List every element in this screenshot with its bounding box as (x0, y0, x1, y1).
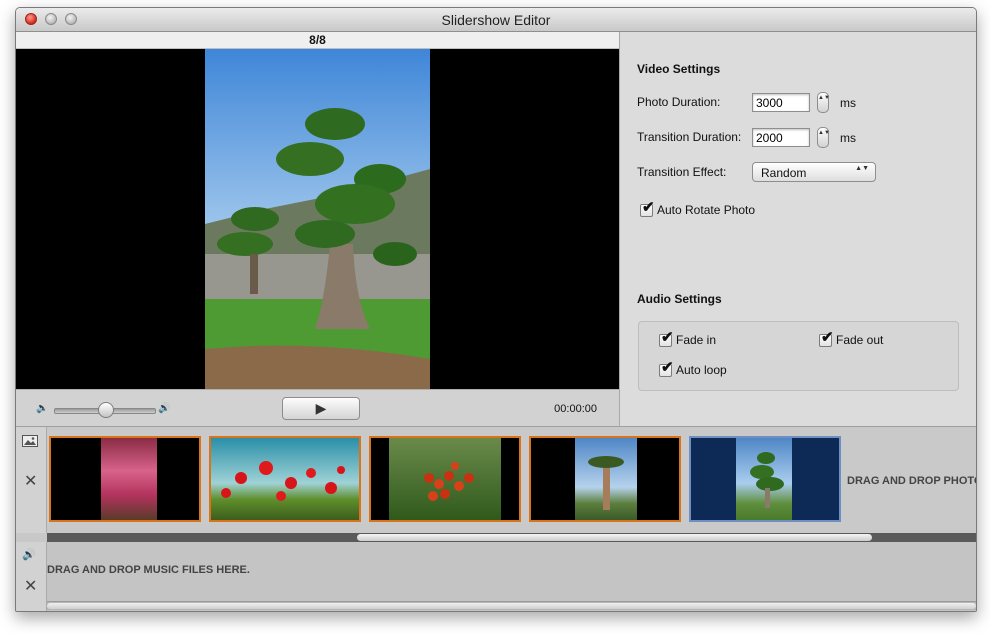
photo-thumbnail-3[interactable] (369, 436, 521, 522)
photo-thumbnail-1[interactable] (49, 436, 201, 522)
thumbnail-image (736, 438, 792, 520)
music-track-scroll-thumb[interactable] (47, 603, 976, 609)
auto-loop-label: Auto loop (676, 363, 727, 377)
music-track-controls: 🔊 ✕ (16, 542, 47, 611)
photo-strip: DRAG AND DROP PHOTOS HERE. (47, 427, 976, 533)
drag-music-hint: DRAG AND DROP MUSIC FILES HERE. (47, 564, 250, 576)
transition-effect-label: Transition Effect: (637, 165, 727, 179)
auto-rotate-label: Auto Rotate Photo (657, 203, 756, 217)
slideshow-editor-window: Slidershow Editor 8/8 🔈 🔊 ▶ 00:00:00 Vid… (15, 7, 977, 612)
drag-photos-hint: DRAG AND DROP PHOTOS HERE. (847, 475, 976, 487)
volume-high-icon: 🔊 (158, 403, 171, 414)
bonsai-tree-thumbnail (750, 452, 784, 508)
photo-duration-stepper[interactable]: ▲▼ (817, 92, 830, 113)
slide-counter: 8/8 (16, 32, 619, 49)
transition-duration-stepper[interactable]: ▲▼ (817, 127, 830, 148)
auto-loop-box: ✔ (659, 360, 674, 377)
bonsai-tree-photo (205, 49, 430, 389)
title-bar: Slidershow Editor (16, 8, 976, 32)
transition-effect-select[interactable]: Random ▲▼ (752, 162, 876, 182)
fade-out-box: ✔ (819, 330, 834, 347)
thumbnail-image (211, 438, 359, 520)
remove-music-icon[interactable]: ✕ (24, 576, 37, 596)
fade-in-label: Fade in (676, 333, 717, 347)
video-settings-title: Video Settings (637, 62, 721, 76)
auto-loop-checkbox[interactable]: ✔ Auto loop (659, 360, 727, 377)
audio-settings-title: Audio Settings (637, 292, 722, 306)
preview-area (16, 49, 619, 389)
volume-slider-knob[interactable] (98, 402, 114, 418)
transition-duration-input[interactable]: 2000 (752, 128, 810, 147)
thumbnail-image (101, 438, 157, 520)
music-track-scrollbar[interactable] (47, 601, 976, 610)
playback-controls: 🔈 🔊 ▶ 00:00:00 (16, 389, 619, 427)
checkmark-icon: ✔ (642, 198, 655, 216)
photo-strip-scrollbar[interactable] (47, 533, 976, 542)
auto-rotate-checkbox[interactable]: ✔ Auto Rotate Photo (640, 200, 756, 217)
timeline-area: ✕ DRAG AND DROP PHOT 🔊 ✕ DRAG AND DROP M… (16, 426, 976, 611)
fade-out-checkbox[interactable]: ✔ Fade out (819, 330, 884, 347)
preview-photo (205, 49, 430, 389)
window-title: Slidershow Editor (441, 12, 551, 28)
transition-duration-label: Transition Duration: (637, 130, 742, 144)
photo-thumbnail-5[interactable] (689, 436, 841, 522)
baobab-tree-image (588, 456, 624, 510)
photo-thumbnail-2[interactable] (209, 436, 361, 522)
transition-effect-value: Random (761, 166, 807, 180)
photo-duration-unit: ms (840, 96, 856, 110)
red-berries-image (424, 462, 474, 501)
checkmark-icon: ✔ (821, 328, 834, 346)
checkmark-icon: ✔ (661, 328, 674, 346)
fade-in-box: ✔ (659, 330, 674, 347)
play-button[interactable]: ▶ (282, 397, 360, 420)
playback-time: 00:00:00 (554, 403, 597, 415)
poppies-image (221, 461, 345, 501)
volume-low-icon: 🔈 (36, 403, 49, 414)
photo-duration-input[interactable]: 3000 (752, 93, 810, 112)
popup-arrows-icon: ▲▼ (855, 165, 869, 172)
photo-duration-label: Photo Duration: (637, 95, 721, 109)
thumbnail-image (389, 438, 501, 520)
settings-panel: Video Settings Photo Duration: 3000 ▲▼ m… (619, 32, 976, 426)
play-icon: ▶ (315, 400, 327, 416)
fade-out-label: Fade out (836, 333, 884, 347)
music-track[interactable]: DRAG AND DROP MUSIC FILES HERE. (47, 542, 976, 611)
photo-thumbnail-4[interactable] (529, 436, 681, 522)
checkmark-icon: ✔ (661, 358, 674, 376)
photo-track-controls: ✕ (16, 427, 47, 533)
thumbnail-image (575, 438, 637, 520)
audio-options-box: ✔ Fade in ✔ Fade out ✔ Auto loop (638, 321, 959, 391)
auto-rotate-box: ✔ (640, 200, 655, 217)
remove-photo-icon[interactable]: ✕ (24, 471, 37, 491)
fade-in-checkbox[interactable]: ✔ Fade in (659, 330, 717, 347)
photo-track-icon (22, 435, 38, 450)
transition-duration-unit: ms (840, 131, 856, 145)
photo-strip-scroll-thumb[interactable] (357, 534, 872, 541)
music-track-icon: 🔊 (22, 549, 36, 561)
